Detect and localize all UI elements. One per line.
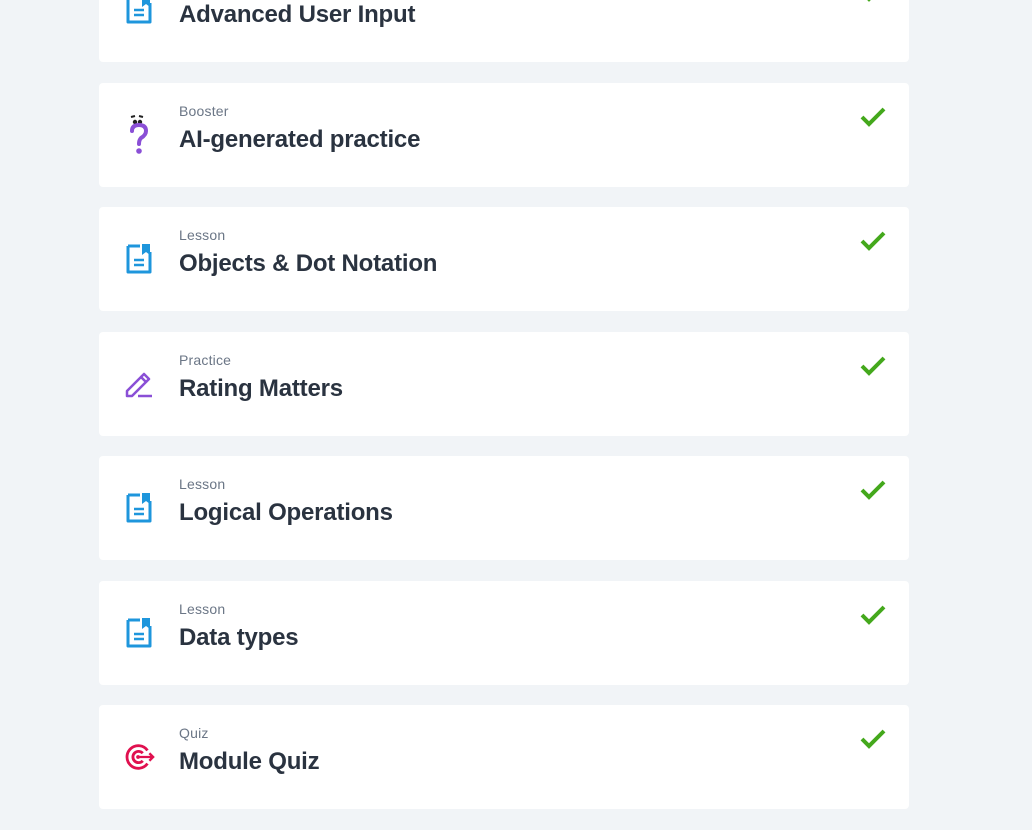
item-type-label: Lesson <box>179 227 226 243</box>
completed-check-icon <box>859 354 887 378</box>
booster-question-icon <box>123 114 155 154</box>
quiz-target-icon <box>123 741 155 773</box>
list-item[interactable]: Lesson Logical Operations <box>99 456 909 560</box>
lesson-document-icon <box>123 492 155 524</box>
item-type-label: Quiz <box>179 725 209 741</box>
item-title: Logical Operations <box>179 499 393 526</box>
lesson-document-icon <box>123 243 155 275</box>
practice-pencil-icon <box>123 368 155 400</box>
list-item[interactable]: Lesson Objects & Dot Notation <box>99 207 909 311</box>
list-item[interactable]: Advanced User Input <box>99 0 909 62</box>
completed-check-icon <box>859 478 887 502</box>
module-item-list: Advanced User Input Booster AI-generated… <box>99 0 909 830</box>
lesson-document-icon <box>123 617 155 649</box>
completed-check-icon <box>859 603 887 627</box>
item-type-label: Lesson <box>179 476 226 492</box>
item-type-label: Lesson <box>179 600 226 617</box>
item-title: Rating Matters <box>179 374 343 402</box>
list-item[interactable]: Booster AI-generated practice <box>99 82 909 187</box>
list-item[interactable]: Quiz Module Quiz <box>99 705 909 809</box>
item-title: Objects & Dot Notation <box>179 250 438 277</box>
lesson-document-icon <box>123 0 155 26</box>
completed-check-icon <box>859 0 887 4</box>
item-title: Data types <box>179 623 299 651</box>
list-item[interactable]: Lesson Data types <box>99 580 909 685</box>
item-title: AI-generated practice <box>179 125 421 153</box>
item-title: Advanced User Input <box>179 1 416 28</box>
completed-check-icon <box>859 105 887 129</box>
list-item[interactable]: Practice Rating Matters <box>99 331 909 436</box>
completed-check-icon <box>859 727 887 751</box>
item-type-label: Practice <box>179 351 232 368</box>
item-title: Module Quiz <box>179 748 320 775</box>
item-type-label: Booster <box>179 102 229 119</box>
completed-check-icon <box>859 229 887 253</box>
